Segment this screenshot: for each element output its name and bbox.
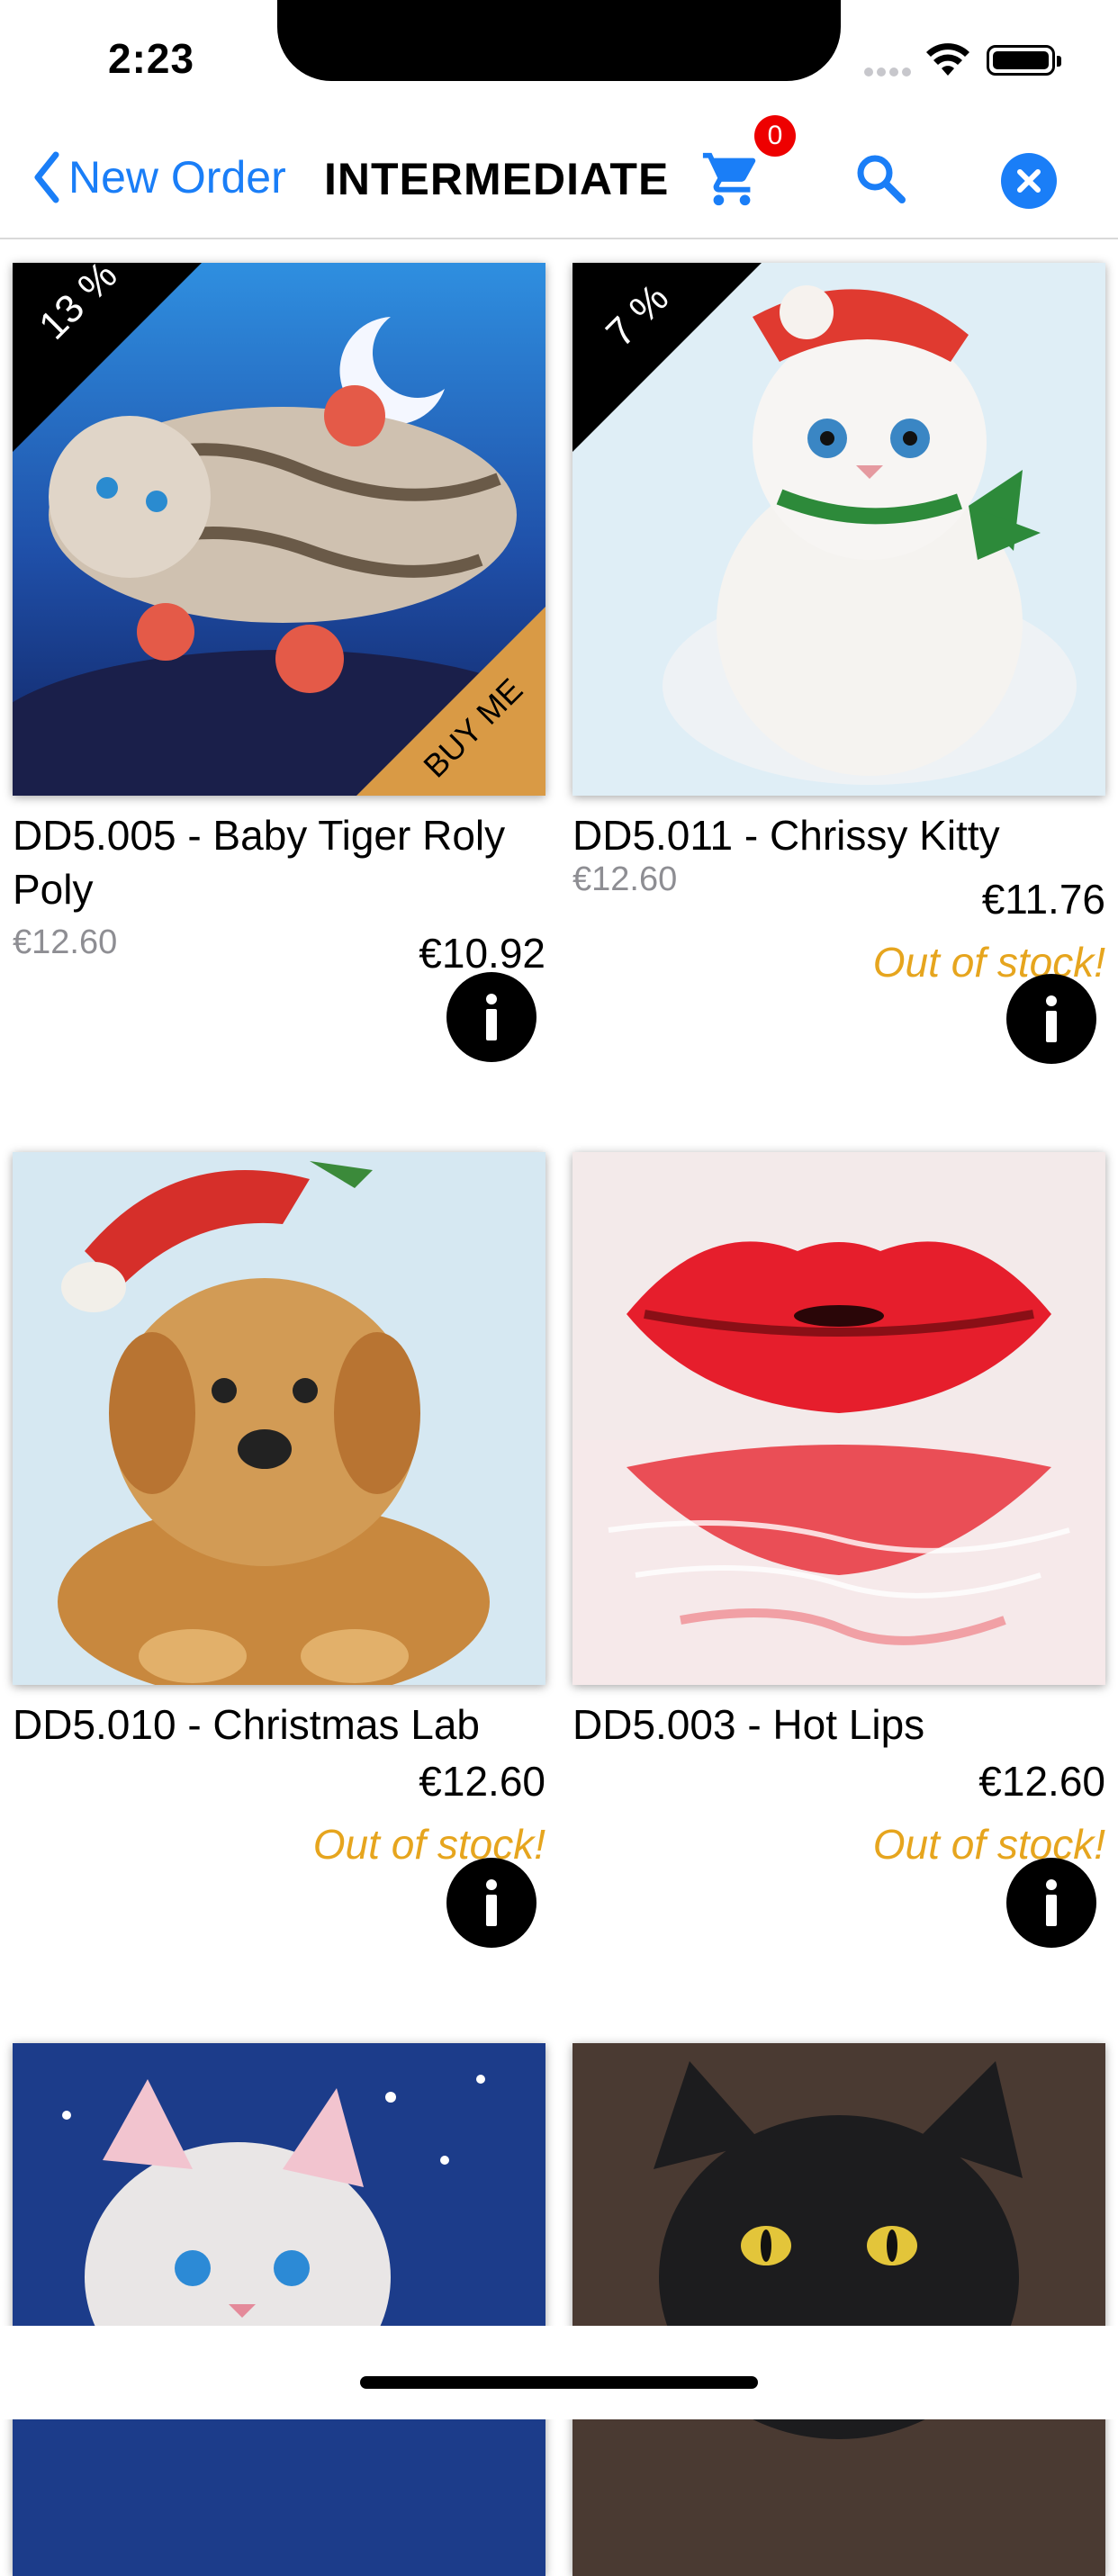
search-icon[interactable] bbox=[853, 151, 907, 205]
product-price: €10.92 bbox=[419, 930, 545, 977]
signal-icon bbox=[864, 65, 915, 81]
chevron-left-icon bbox=[34, 151, 59, 203]
cart-icon[interactable] bbox=[700, 148, 763, 211]
product-name: DD5.010 - Christmas Lab bbox=[13, 1701, 480, 1748]
battery-icon bbox=[987, 45, 1061, 76]
discount-ribbon bbox=[573, 263, 762, 452]
close-button[interactable] bbox=[1001, 153, 1057, 209]
product-card[interactable]: 7 % DD5.011 - Chrissy Kitty €12.60 €11.7… bbox=[573, 263, 1105, 1064]
product-image[interactable] bbox=[573, 2043, 1105, 2576]
product-card[interactable]: DD5.003 - Hot Lips €12.60 Out of stock! bbox=[573, 1152, 1105, 1948]
product-image[interactable] bbox=[573, 1152, 1105, 1685]
back-label: New Order bbox=[68, 152, 286, 203]
close-icon bbox=[1017, 169, 1041, 193]
cart-count-badge: 0 bbox=[754, 115, 796, 157]
product-price: €11.76 bbox=[981, 876, 1105, 923]
product-image[interactable] bbox=[13, 2043, 545, 2576]
page-title: INTERMEDIATE bbox=[324, 154, 670, 204]
bottom-bar bbox=[0, 2326, 1118, 2419]
product-card[interactable] bbox=[573, 2043, 1105, 2576]
original-price: €12.60 bbox=[13, 923, 118, 961]
info-icon bbox=[1046, 1879, 1057, 1926]
product-card[interactable] bbox=[13, 2043, 545, 2576]
info-button[interactable] bbox=[1006, 974, 1096, 1064]
info-button[interactable] bbox=[1006, 1858, 1096, 1948]
wifi-icon bbox=[926, 43, 969, 76]
product-name: DD5.011 - Chrissy Kitty bbox=[573, 812, 1000, 859]
product-card[interactable]: 13 % BUY ME DD5.005 - Baby Tiger Roly Po… bbox=[13, 263, 545, 1062]
info-button[interactable] bbox=[446, 972, 536, 1062]
status-bar: 2:23 bbox=[0, 0, 1118, 108]
nav-bar: New Order INTERMEDIATE bbox=[0, 126, 1118, 239]
status-time: 2:23 bbox=[108, 35, 195, 82]
product-name: DD5.003 - Hot Lips bbox=[573, 1701, 925, 1748]
product-image[interactable] bbox=[13, 1152, 545, 1685]
original-price: €12.60 bbox=[573, 860, 678, 898]
back-button[interactable]: New Order bbox=[32, 151, 286, 203]
info-icon bbox=[486, 1879, 497, 1926]
product-image[interactable]: 13 % BUY ME bbox=[13, 263, 545, 796]
product-card[interactable]: DD5.010 - Christmas Lab €12.60 Out of st… bbox=[13, 1152, 545, 1948]
info-button[interactable] bbox=[446, 1858, 536, 1948]
product-price: €12.60 bbox=[978, 1758, 1105, 1805]
product-price: €12.60 bbox=[419, 1758, 545, 1805]
home-indicator[interactable] bbox=[360, 2376, 758, 2389]
device-notch bbox=[277, 0, 841, 81]
info-icon bbox=[486, 994, 497, 1040]
product-image[interactable]: 7 % bbox=[573, 263, 1105, 796]
info-icon bbox=[1046, 995, 1057, 1042]
product-name: DD5.005 - Baby Tiger Roly Poly bbox=[13, 812, 506, 913]
